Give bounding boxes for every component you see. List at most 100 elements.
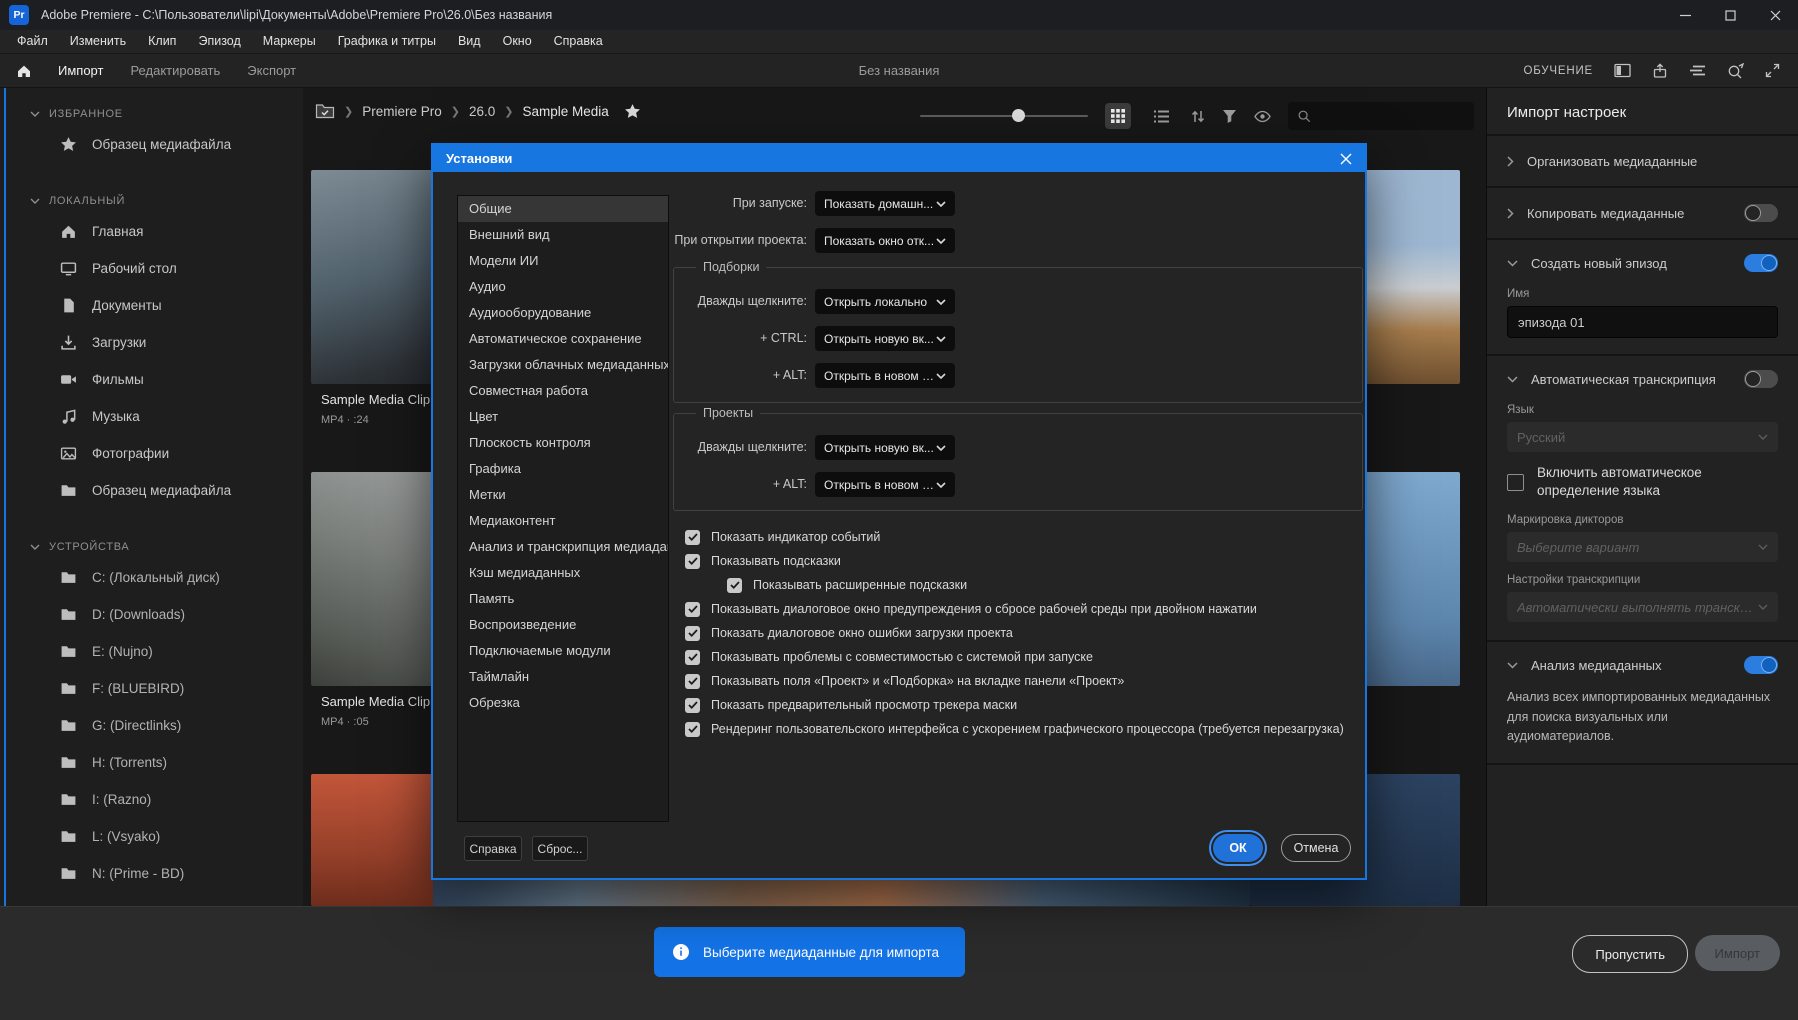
maximize-button[interactable] <box>1708 0 1753 30</box>
tab-edit[interactable]: Редактировать <box>130 63 220 78</box>
sidebar-item-movies[interactable]: Фильмы <box>0 361 303 398</box>
sidebar-item-drive-n[interactable]: N: (Prime - BD) <box>0 855 303 892</box>
panel-layout-icon[interactable] <box>1614 63 1631 78</box>
home-icon[interactable] <box>16 63 32 79</box>
sidebar-item-drive-e[interactable]: E: (Nujno) <box>0 633 303 670</box>
tab-export[interactable]: Экспорт <box>247 63 296 78</box>
workspace-menu-icon[interactable] <box>1689 64 1706 77</box>
dialog-header[interactable]: Установки <box>433 145 1365 172</box>
sidebar-item-music[interactable]: Музыка <box>0 398 303 435</box>
sidebar-item-drive-l[interactable]: L: (Vsyako) <box>0 818 303 855</box>
media-analysis-row[interactable]: Анализ медиаданных <box>1487 642 1798 688</box>
tab-import[interactable]: Импорт <box>58 63 103 78</box>
checkbox-checked-icon[interactable] <box>685 650 700 665</box>
sequence-name-input[interactable] <box>1507 306 1778 338</box>
sidebar-item-drive-c[interactable]: C: (Локальный диск) <box>0 559 303 596</box>
sidebar-item-drive-g[interactable]: G: (Directlinks) <box>0 707 303 744</box>
sidebar-item-drive-h[interactable]: H: (Torrents) <box>0 744 303 781</box>
checkbox-checked-icon[interactable] <box>685 674 700 689</box>
copy-media-toggle[interactable] <box>1744 204 1778 222</box>
category-transcription[interactable]: Анализ и транскрипция медиаданных <box>458 534 668 560</box>
quick-zoom-icon[interactable] <box>1727 63 1744 79</box>
checkbox-checked-icon[interactable] <box>685 602 700 617</box>
checkbox-gpu-ui-rendering[interactable]: Рендеринг пользовательского интерфейса с… <box>685 719 1344 739</box>
transcription-settings-select[interactable]: Автоматически выполнять транскри... <box>1507 592 1778 622</box>
category-color[interactable]: Цвет <box>458 404 668 430</box>
checkbox-mask-tracker-preview[interactable]: Показать предварительный просмотр трекер… <box>685 695 1017 715</box>
media-analysis-toggle[interactable] <box>1744 656 1778 674</box>
menu-clip[interactable]: Клип <box>137 30 187 53</box>
checkbox-project-bin-fields[interactable]: Показывать поля «Проект» и «Подборка» на… <box>685 671 1124 691</box>
bins-alt-dropdown[interactable]: Открыть в новом о... <box>815 363 955 388</box>
menu-help[interactable]: Справка <box>543 30 614 53</box>
category-playback[interactable]: Воспроизведение <box>458 612 668 638</box>
checkbox-unchecked-icon[interactable] <box>1507 474 1524 491</box>
grid-view-button[interactable] <box>1105 103 1131 129</box>
auto-transcription-toggle[interactable] <box>1744 370 1778 388</box>
projects-alt-dropdown[interactable]: Открыть в новом о... <box>815 472 955 497</box>
checkbox-checked-icon[interactable] <box>685 530 700 545</box>
import-button[interactable]: Импорт <box>1695 935 1780 971</box>
section-devices[interactable]: УСТРОЙСТВА <box>0 535 303 559</box>
thumbnail-size-slider[interactable] <box>920 109 1088 123</box>
cancel-button[interactable]: Отмена <box>1281 834 1351 862</box>
open-project-dropdown[interactable]: Показать окно отк... <box>815 228 955 253</box>
checkbox-compatibility-issues[interactable]: Показывать проблемы с совместимостью с с… <box>685 647 1093 667</box>
fullscreen-icon[interactable] <box>1765 63 1780 78</box>
menu-window[interactable]: Окно <box>492 30 543 53</box>
sidebar-item-desktop[interactable]: Рабочий стол <box>0 250 303 287</box>
checkbox-show-extended-tooltips[interactable]: Показывать расширенные подсказки <box>727 575 967 595</box>
organize-media-row[interactable]: Организовать медиаданные <box>1487 136 1798 186</box>
learn-link[interactable]: ОБУЧЕНИЕ <box>1523 65 1593 77</box>
bins-ctrl-dropdown[interactable]: Открыть новую вк... <box>815 326 955 351</box>
breadcrumb-sample-media[interactable]: Sample Media <box>522 104 608 119</box>
checkbox-checked-icon[interactable] <box>685 554 700 569</box>
checkbox-checked-icon[interactable] <box>685 626 700 641</box>
breadcrumb-26[interactable]: 26.0 <box>469 104 495 119</box>
slider-knob[interactable] <box>1012 109 1025 122</box>
menu-graphics[interactable]: Графика и титры <box>327 30 447 53</box>
new-sequence-toggle[interactable] <box>1744 254 1778 272</box>
sidebar-item-drive-i[interactable]: I: (Razno) <box>0 781 303 818</box>
sidebar-item-home[interactable]: Главная <box>0 213 303 250</box>
checkbox-workspace-reset-warning[interactable]: Показывать диалоговое окно предупреждени… <box>685 599 1257 619</box>
sidebar-item-drive-d[interactable]: D: (Downloads) <box>0 596 303 633</box>
projects-double-click-dropdown[interactable]: Открыть новую вк... <box>815 435 955 460</box>
menu-markers[interactable]: Маркеры <box>252 30 327 53</box>
auto-detect-language-row[interactable]: Включить автоматическое определение язык… <box>1507 464 1778 500</box>
favorite-star-icon[interactable] <box>624 103 641 120</box>
breadcrumb-premiere-pro[interactable]: Premiere Pro <box>362 104 442 119</box>
checkbox-project-load-error[interactable]: Показать диалоговое окно ошибки загрузки… <box>685 623 1013 643</box>
menu-file[interactable]: Файл <box>6 30 59 53</box>
close-button[interactable] <box>1753 0 1798 30</box>
sort-icon[interactable] <box>1191 109 1205 124</box>
speaker-labeling-select[interactable]: Выберите вариант <box>1507 532 1778 562</box>
category-memory[interactable]: Память <box>458 586 668 612</box>
sidebar-item-sample-media-fav[interactable]: Образец медиафайла <box>0 126 303 163</box>
share-icon[interactable] <box>1652 63 1668 79</box>
ok-button[interactable]: ОК <box>1213 834 1263 862</box>
dialog-close-icon[interactable] <box>1340 153 1352 165</box>
bins-double-click-dropdown[interactable]: Открыть локально <box>815 289 955 314</box>
media-folder-icon[interactable] <box>315 102 335 120</box>
select-media-notice-button[interactable]: Выберите медиаданные для импорта <box>654 927 965 977</box>
menu-edit[interactable]: Изменить <box>59 30 137 53</box>
sidebar-item-documents[interactable]: Документы <box>0 287 303 324</box>
list-view-button[interactable] <box>1148 103 1174 129</box>
startup-dropdown[interactable]: Показать домашн... <box>815 191 955 216</box>
menu-sequence[interactable]: Эпизод <box>187 30 251 53</box>
reset-button[interactable]: Сброс... <box>532 836 588 861</box>
minimize-button[interactable] <box>1663 0 1708 30</box>
auto-transcription-row[interactable]: Автоматическая транскрипция <box>1487 356 1798 402</box>
sidebar-item-downloads[interactable]: Загрузки <box>0 324 303 361</box>
category-media[interactable]: Медиаконтент <box>458 508 668 534</box>
skip-button[interactable]: Пропустить <box>1572 935 1688 973</box>
sidebar-item-drive-f[interactable]: F: (BLUEBIRD) <box>0 670 303 707</box>
category-timeline[interactable]: Таймлайн <box>458 664 668 690</box>
section-favorites[interactable]: ИЗБРАННОЕ <box>0 102 303 126</box>
checkbox-checked-icon[interactable] <box>727 578 742 593</box>
filter-icon[interactable] <box>1222 109 1237 123</box>
category-media-cache[interactable]: Кэш медиаданных <box>458 560 668 586</box>
checkbox-show-event-indicator[interactable]: Показать индикатор событий <box>685 527 880 547</box>
category-plugins[interactable]: Подключаемые модули <box>458 638 668 664</box>
